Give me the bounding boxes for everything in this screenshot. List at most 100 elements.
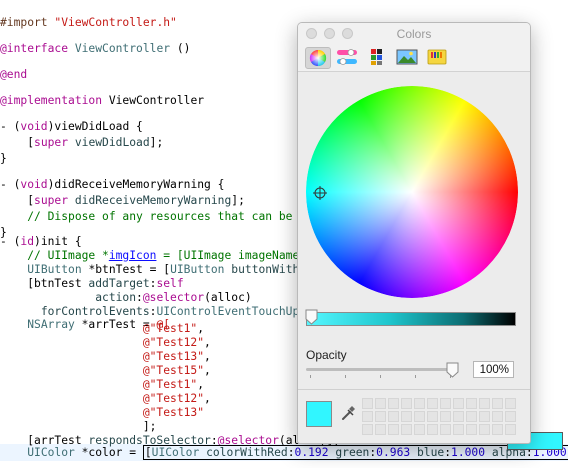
code-text: [	[0, 136, 35, 149]
keyword: super	[34, 136, 69, 149]
palette-cell[interactable]	[414, 411, 425, 422]
palette-cell[interactable]	[492, 398, 503, 409]
number-literal: 0.963	[376, 446, 411, 459]
panel-titlebar[interactable]: Colors	[298, 23, 530, 46]
palette-cell[interactable]	[466, 411, 477, 422]
code-line[interactable]: UIColor *color = [UIColor colorWithRed:0…	[0, 444, 568, 461]
palette-cell[interactable]	[362, 424, 373, 435]
palette-cell[interactable]	[375, 411, 386, 422]
class-name: UIColor	[27, 446, 75, 459]
saturation-overlay	[306, 86, 518, 298]
tab-color-sliders[interactable]	[335, 47, 361, 69]
code-text: *color =	[74, 446, 143, 459]
code-line[interactable]: }	[0, 150, 7, 167]
color-palettes-icon	[371, 49, 382, 65]
tab-color-wheel[interactable]	[305, 47, 331, 69]
string-literal: "ViewController.h"	[54, 16, 177, 29]
crayons-icon	[427, 49, 447, 65]
palette-cell[interactable]	[453, 398, 464, 409]
method-name: colorWithRed	[206, 446, 288, 459]
palette-cell[interactable]	[440, 424, 451, 435]
code-text: - (	[0, 120, 21, 133]
palette-cell[interactable]	[505, 398, 516, 409]
color-picker-crosshair-icon[interactable]	[313, 186, 327, 200]
opacity-slider-knob[interactable]	[446, 362, 460, 378]
comment: // Dispose of any resources that can be …	[0, 210, 307, 223]
palette-cell[interactable]	[492, 411, 503, 422]
opacity-tick	[345, 375, 346, 378]
palette-cell[interactable]	[362, 411, 373, 422]
color-wheel-icon	[309, 49, 327, 67]
tab-color-palettes[interactable]	[365, 47, 391, 69]
brightness-slider-knob[interactable]	[305, 309, 319, 325]
palette-cell[interactable]	[401, 398, 412, 409]
palette-cell[interactable]	[414, 424, 425, 435]
code-line[interactable]: #import "ViewController.h"	[0, 14, 177, 31]
palette-cell[interactable]	[375, 398, 386, 409]
palette-cell[interactable]	[401, 411, 412, 422]
palette-cell[interactable]	[362, 398, 373, 409]
color-wheel[interactable]	[306, 86, 518, 298]
panel-title: Colors	[396, 27, 432, 41]
palette-cell[interactable]	[401, 424, 412, 435]
code-line[interactable]: @end	[0, 66, 27, 83]
code-line[interactable]: - (void)didReceiveMemoryWarning {	[0, 176, 224, 193]
code-text: [	[0, 194, 35, 207]
keyword: @end	[0, 68, 28, 81]
keyword: void	[20, 178, 48, 191]
class-name: ViewController	[74, 42, 171, 55]
palette-cell[interactable]	[440, 411, 451, 422]
eyedropper-icon[interactable]	[340, 403, 356, 421]
opacity-slider[interactable]	[306, 368, 452, 371]
palette-cell[interactable]	[479, 411, 490, 422]
palette-cell[interactable]	[453, 424, 464, 435]
palette-cell[interactable]	[414, 398, 425, 409]
colors-toolbar	[298, 45, 530, 72]
code-line[interactable]: [super viewDidLoad];	[0, 134, 163, 151]
code-line[interactable]: // Dispose of any resources that can be …	[0, 208, 306, 225]
palette-cell[interactable]	[440, 398, 451, 409]
palette-cell[interactable]	[427, 398, 438, 409]
palette-cell[interactable]	[479, 398, 490, 409]
method-name: didReceiveMemoryWarning	[74, 194, 232, 207]
opacity-tick	[380, 375, 381, 378]
opacity-tick	[415, 375, 416, 378]
palette-cell[interactable]	[427, 424, 438, 435]
image-palettes-icon	[396, 49, 418, 65]
preprocessor-directive: #import	[0, 16, 55, 29]
keyword: @interface	[0, 42, 69, 55]
palette-cell[interactable]	[466, 398, 477, 409]
method-name: viewDidLoad	[74, 136, 150, 149]
code-line[interactable]: @interface ViewController ()	[0, 40, 190, 57]
palette-cell[interactable]	[453, 411, 464, 422]
opacity-value-field[interactable]: 100%	[473, 361, 514, 378]
palette-cell[interactable]	[505, 424, 516, 435]
palette-cell[interactable]	[427, 411, 438, 422]
current-color-swatch[interactable]	[306, 401, 332, 427]
tab-image-palettes[interactable]	[395, 47, 421, 69]
palette-cell[interactable]	[505, 411, 516, 422]
colors-panel[interactable]: Colors Opacity 100%	[297, 22, 531, 444]
palette-cell[interactable]	[388, 424, 399, 435]
keyword: void	[20, 120, 48, 133]
palette-cell[interactable]	[466, 424, 477, 435]
code-line[interactable]: - (void)viewDidLoad {	[0, 118, 143, 135]
code-text: ,	[204, 364, 211, 377]
code-text: )didReceiveMemoryWarning {	[47, 178, 225, 191]
palette-cell[interactable]	[479, 424, 490, 435]
custom-color-palette[interactable]	[362, 398, 516, 438]
palette-cell[interactable]	[375, 424, 386, 435]
palette-cell[interactable]	[492, 424, 503, 435]
tab-crayons[interactable]	[425, 47, 451, 69]
palette-cell[interactable]	[388, 398, 399, 409]
constant-name: UIControlEventTouchUpI	[156, 305, 307, 318]
code-text: [	[144, 446, 152, 459]
palette-cell[interactable]	[388, 411, 399, 422]
brightness-slider[interactable]	[306, 312, 516, 326]
keyword: @implementation	[0, 94, 103, 107]
code-line[interactable]: [super didReceiveMemoryWarning];	[0, 192, 245, 209]
code-line[interactable]: @implementation ViewController	[0, 92, 204, 109]
color-literal[interactable]: [UIColor colorWithRed:0.192 green:0.963 …	[142, 445, 568, 460]
